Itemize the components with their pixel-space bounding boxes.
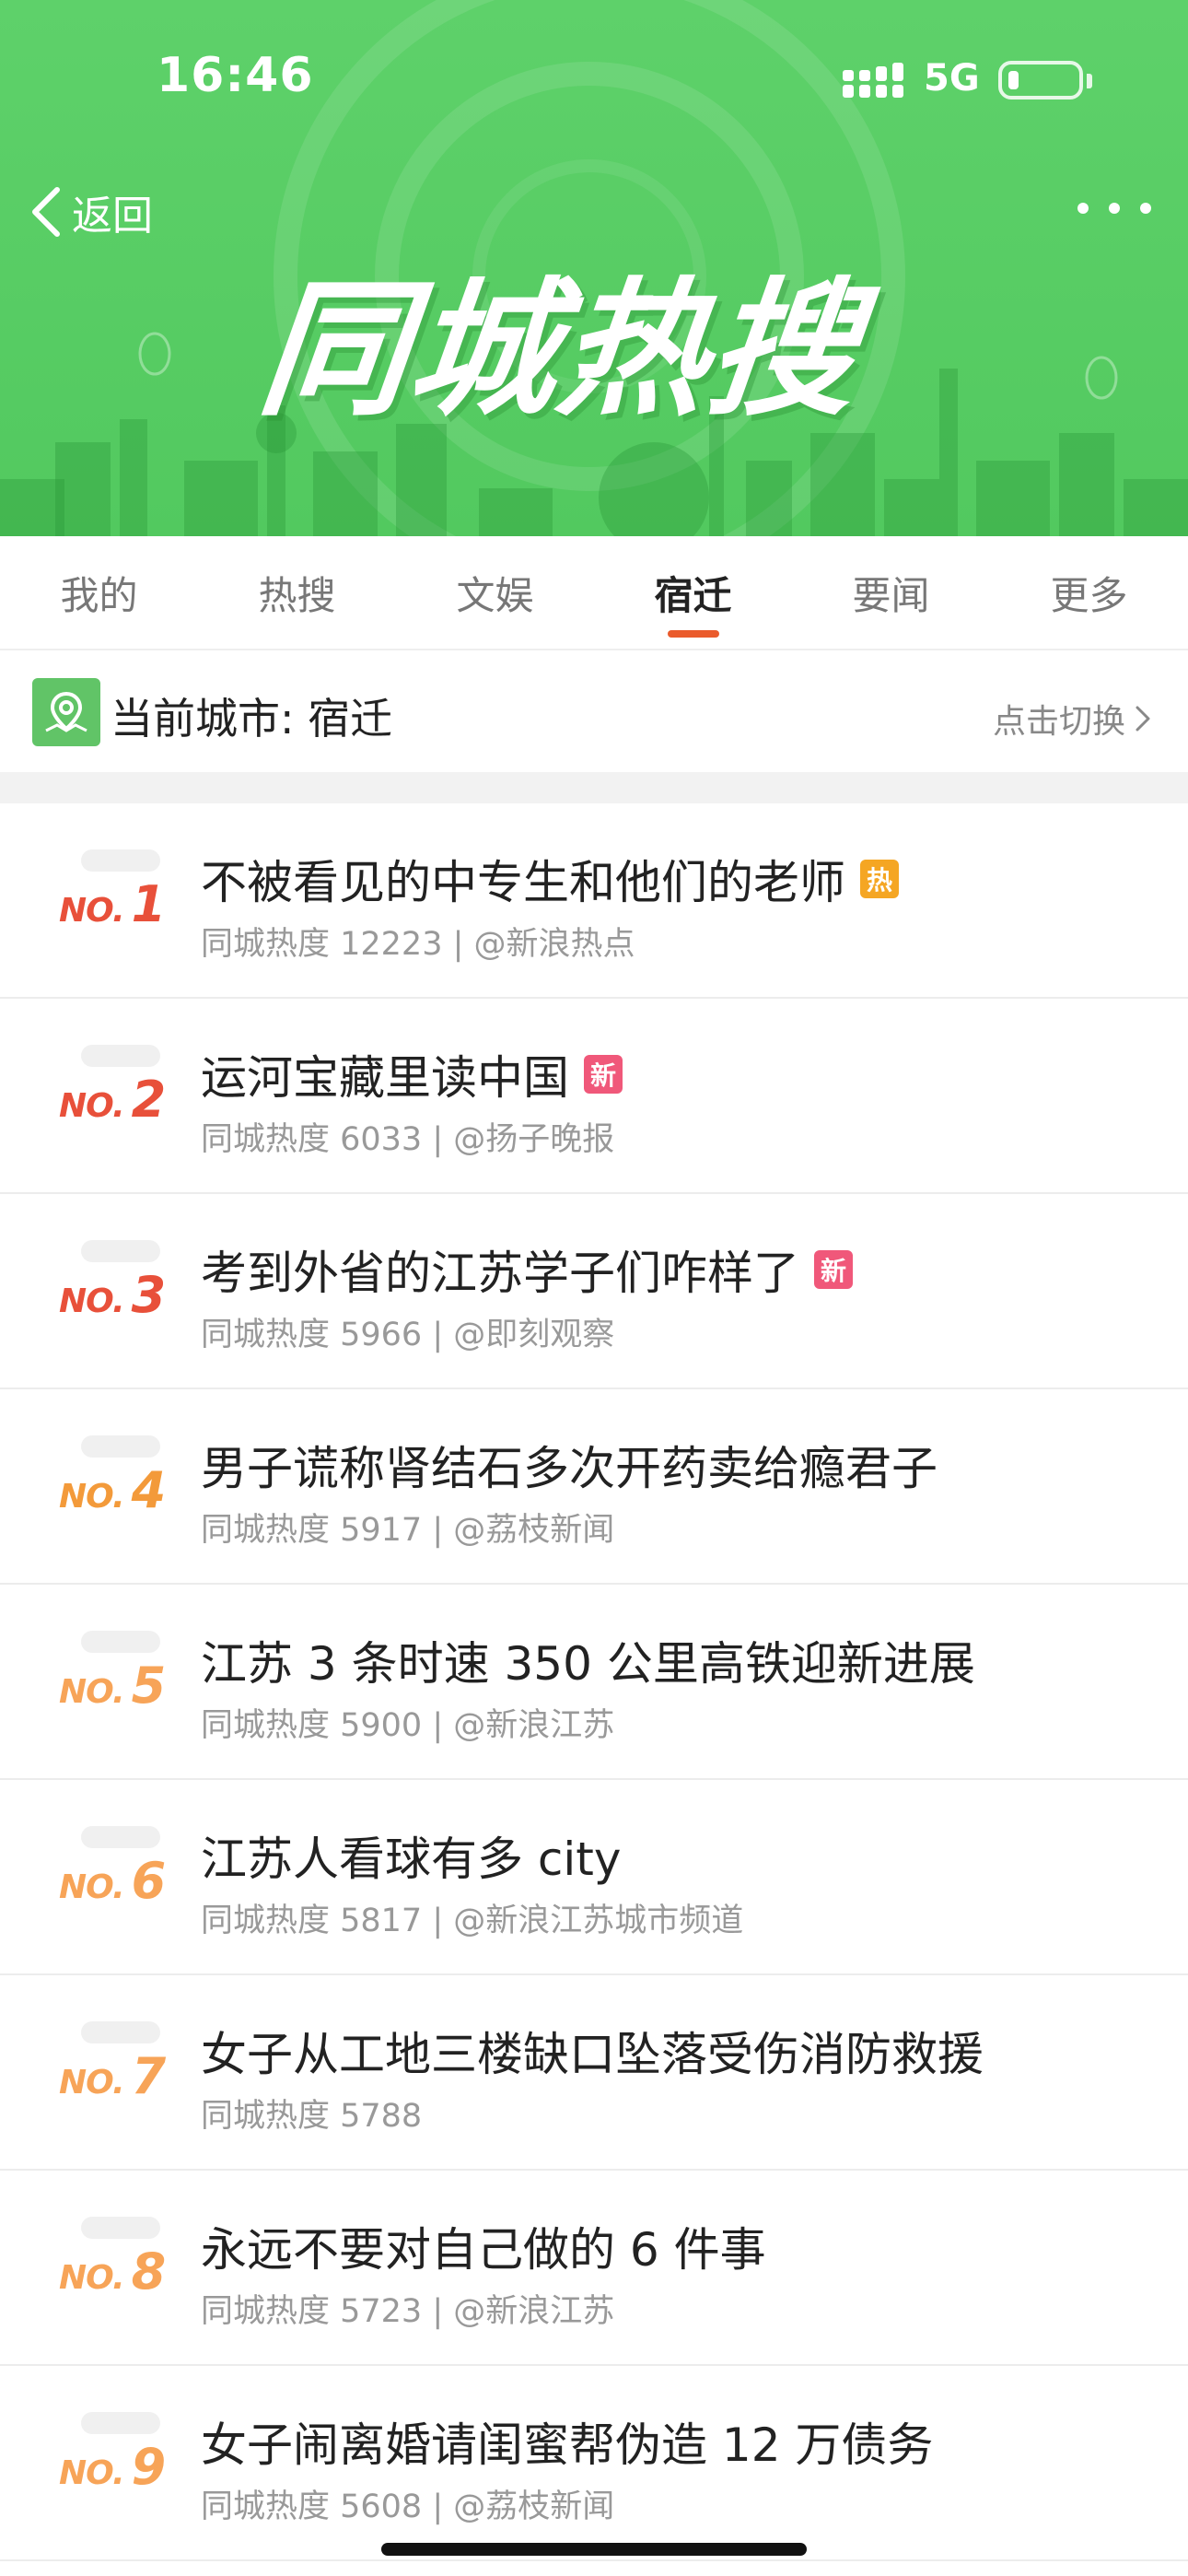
section-divider [0,772,1188,803]
back-label: 返回 [72,193,153,240]
tab-entertainment[interactable]: 文娱 [396,536,594,649]
home-indicator [381,2543,807,2556]
location-map-icon [32,678,100,746]
item-meta: 同城热度 5900 | @新浪江苏 [201,1707,615,1744]
more-dot-icon [1109,203,1120,214]
current-city-row: 当前城市: 宿迁 点击切换 [0,650,1188,772]
rank-decoration [81,2412,160,2434]
item-title: 男子谎称肾结石多次开药卖给瘾君子 [201,1442,938,1495]
rank-decoration [81,1826,160,1848]
list-item[interactable]: NO. 7 女子从工地三楼缺口坠落受伤消防救援 同城热度 5788 [0,1975,1188,2171]
list-item[interactable]: NO. 9 女子闹离婚请闺蜜帮伪造 12 万债务 同城热度 5608 | @荔枝新… [0,2366,1188,2561]
chevron-right-icon [1136,706,1150,732]
category-tabs: 我的 热搜 文娱 宿迁 要闻 更多 [0,536,1188,650]
tab-headlines[interactable]: 要闻 [792,536,990,649]
rank-label: NO. 6 [59,1852,167,1910]
more-dot-icon [1077,203,1089,214]
list-item[interactable]: NO. 6 江苏人看球有多 city 同城热度 5817 | @新浪江苏城市频道 [0,1780,1188,1975]
tab-more[interactable]: 更多 [990,536,1188,649]
battery-icon [998,61,1083,100]
network-type: 5G [924,57,980,100]
rank-decoration [81,1435,160,1458]
rank-decoration [81,1045,160,1067]
rank-label: NO. 2 [59,1071,167,1129]
item-meta: 同城热度 5966 | @即刻观察 [201,1317,615,1353]
rank-label: NO. 8 [59,2242,167,2301]
more-options-button[interactable] [1077,184,1151,232]
item-meta: 同城热度 6033 | @扬子晚报 [201,1121,615,1158]
item-meta: 同城热度 5917 | @荔枝新闻 [201,1512,615,1549]
battery-cap [1087,74,1092,88]
tab-hot-search[interactable]: 热搜 [198,536,396,649]
item-meta: 同城热度 5788 [201,2098,423,2135]
cellular-signal-icon [843,63,903,98]
item-meta: 同城热度 5817 | @新浪江苏城市频道 [201,1903,744,1939]
rank-decoration [81,2217,160,2239]
rank-label: NO. 4 [59,1461,167,1519]
status-bar: 16:46 5G [0,0,1188,157]
more-dot-icon [1140,203,1151,214]
rank-decoration [81,1240,160,1262]
item-title: 不被看见的中专生和他们的老师热 [201,846,899,912]
list-item[interactable]: NO. 8 永远不要对自己做的 6 件事 同城热度 5723 | @新浪江苏 [0,2171,1188,2366]
current-city-label: 当前城市: 宿迁 [111,694,393,744]
new-badge: 新 [814,1250,853,1289]
hot-search-list: NO. 1 不被看见的中专生和他们的老师热 同城热度 12223 | @新浪热点 … [0,803,1188,2561]
back-button[interactable]: 返回 [28,175,153,249]
status-time: 16:46 [157,48,314,103]
rank-label: NO. 1 [59,875,167,933]
item-title: 江苏人看球有多 city [201,1832,622,1886]
rank-label: NO. 9 [59,2438,167,2496]
switch-city-label: 点击切换 [992,703,1125,741]
rank-label: NO. 3 [59,1266,167,1324]
item-meta: 同城热度 12223 | @新浪热点 [201,926,635,963]
rank-decoration [81,849,160,872]
item-title: 女子闹离婚请闺蜜帮伪造 12 万债务 [201,2418,934,2472]
new-badge: 新 [584,1055,623,1094]
battery-level [1008,71,1019,89]
page-title: 同城热搜 [251,263,868,436]
item-title: 江苏 3 条时速 350 公里高铁迎新进展 [201,1637,975,1691]
tab-suqian[interactable]: 宿迁 [594,536,792,649]
item-title: 运河宝藏里读中国新 [201,1041,623,1107]
list-item[interactable]: NO. 4 男子谎称肾结石多次开药卖给瘾君子 同城热度 5917 | @荔枝新闻 [0,1389,1188,1585]
list-item[interactable]: NO. 5 江苏 3 条时速 350 公里高铁迎新进展 同城热度 5900 | @… [0,1585,1188,1780]
rank-decoration [81,2021,160,2043]
switch-city-button[interactable]: 点击切换 [993,695,1151,743]
rank-decoration [81,1631,160,1653]
item-meta: 同城热度 5608 | @荔枝新闻 [201,2488,615,2525]
chevron-left-icon [32,187,60,237]
header-banner: 16:46 5G 返回 同城热搜 [0,0,1188,536]
item-title: 考到外省的江苏学子们咋样了新 [201,1236,853,1303]
list-item[interactable]: NO. 2 运河宝藏里读中国新 同城热度 6033 | @扬子晚报 [0,999,1188,1194]
hot-badge: 热 [860,860,899,898]
item-title: 女子从工地三楼缺口坠落受伤消防救援 [201,2028,984,2081]
tab-mine[interactable]: 我的 [0,536,198,649]
rank-label: NO. 5 [59,1657,167,1715]
rank-label: NO. 7 [59,2047,167,2105]
item-meta: 同城热度 5723 | @新浪江苏 [201,2293,615,2330]
item-title: 永远不要对自己做的 6 件事 [201,2223,766,2277]
list-item[interactable]: NO. 1 不被看见的中专生和他们的老师热 同城热度 12223 | @新浪热点 [0,803,1188,999]
list-item[interactable]: NO. 3 考到外省的江苏学子们咋样了新 同城热度 5966 | @即刻观察 [0,1194,1188,1389]
